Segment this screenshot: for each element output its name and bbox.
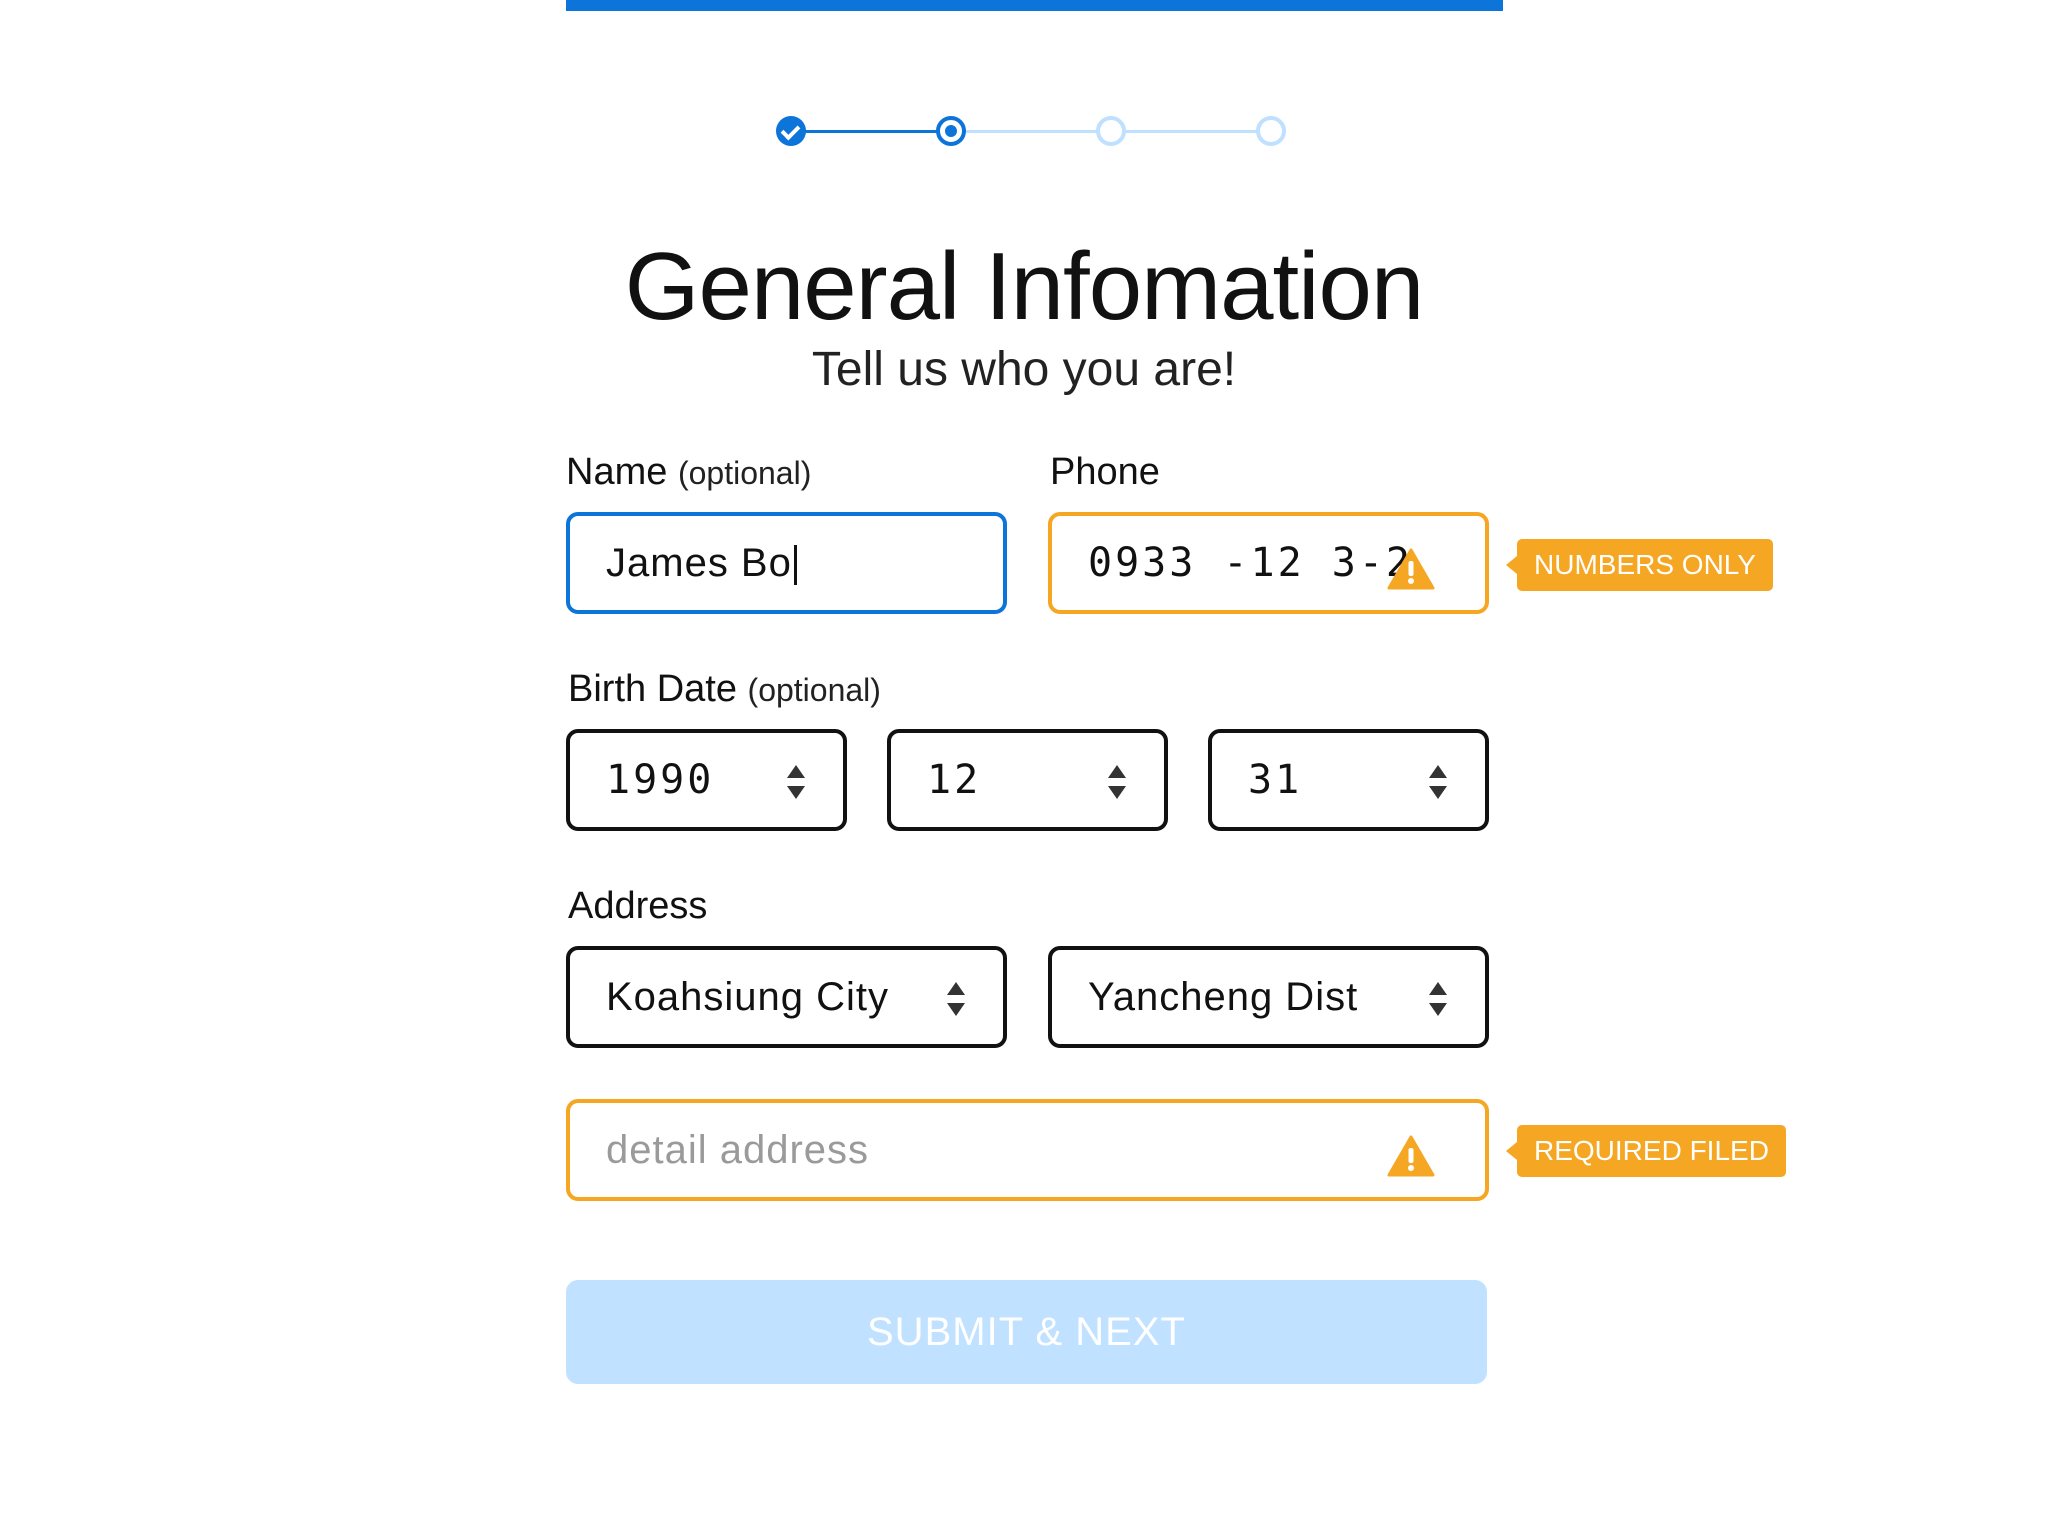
name-label-text: Name — [566, 451, 668, 493]
city-value: Koahsiung City — [606, 975, 890, 1019]
step-1-complete-icon[interactable] — [776, 116, 806, 146]
registration-page: General Infomation Tell us who you are! … — [0, 0, 2048, 1536]
birth-date-label-text: Birth Date — [568, 668, 737, 710]
name-optional-hint: (optional) — [677, 455, 812, 491]
page-subtitle: Tell us who you are! — [811, 343, 1237, 396]
detail-address-input[interactable]: detail address — [566, 1099, 1489, 1201]
step-connector-1 — [804, 130, 944, 133]
phone-input[interactable]: 0933 -12 3-2 — [1048, 512, 1489, 614]
top-progress-bar — [566, 0, 1503, 11]
step-3-pending-icon — [1096, 116, 1126, 146]
address-label: Address — [568, 882, 707, 930]
name-label: Name (optional) — [566, 448, 811, 497]
text-caret — [793, 545, 797, 586]
phone-input-value: 0933 -12 3-2 — [1088, 540, 1413, 586]
step-2-current-icon[interactable] — [936, 116, 966, 146]
select-arrows-icon — [947, 982, 965, 1016]
phone-label-text: Phone — [1050, 451, 1160, 493]
birth-month-select[interactable]: 12 — [887, 729, 1168, 831]
select-arrows-icon — [1429, 765, 1447, 799]
birth-year-select[interactable]: 1990 — [566, 729, 847, 831]
step-connector-2 — [966, 130, 1102, 133]
address-warning-icon — [1387, 1135, 1435, 1177]
birth-year-value: 1990 — [606, 757, 715, 803]
address-error-tag: REQUIRED FILED — [1506, 1125, 1786, 1177]
page-title: General Infomation — [624, 233, 1424, 340]
phone-label: Phone — [1050, 448, 1160, 496]
select-arrows-icon — [787, 765, 805, 799]
select-arrows-icon — [1429, 982, 1447, 1016]
name-input-value: James Bo — [606, 541, 792, 585]
step-4-pending-icon — [1256, 116, 1286, 146]
birth-date-optional-hint: (optional) — [747, 672, 881, 708]
address-label-text: Address — [568, 885, 708, 927]
detail-address-placeholder: detail address — [606, 1128, 870, 1172]
name-input[interactable]: James Bo — [566, 512, 1007, 614]
birth-day-select[interactable]: 31 — [1208, 729, 1489, 831]
city-select[interactable]: Koahsiung City — [566, 946, 1007, 1048]
district-value: Yancheng Dist — [1088, 975, 1359, 1019]
step-connector-3 — [1126, 130, 1262, 133]
phone-error-tag: NUMBERS ONLY — [1506, 539, 1773, 591]
select-arrows-icon — [1108, 765, 1126, 799]
birth-day-value: 31 — [1248, 757, 1303, 803]
birth-date-label: Birth Date (optional) — [568, 665, 881, 714]
phone-warning-icon — [1387, 548, 1435, 590]
progress-stepper — [776, 114, 1296, 148]
district-select[interactable]: Yancheng Dist — [1048, 946, 1489, 1048]
birth-month-value: 12 — [927, 757, 982, 803]
submit-next-button[interactable]: SUBMIT & NEXT — [566, 1280, 1487, 1384]
